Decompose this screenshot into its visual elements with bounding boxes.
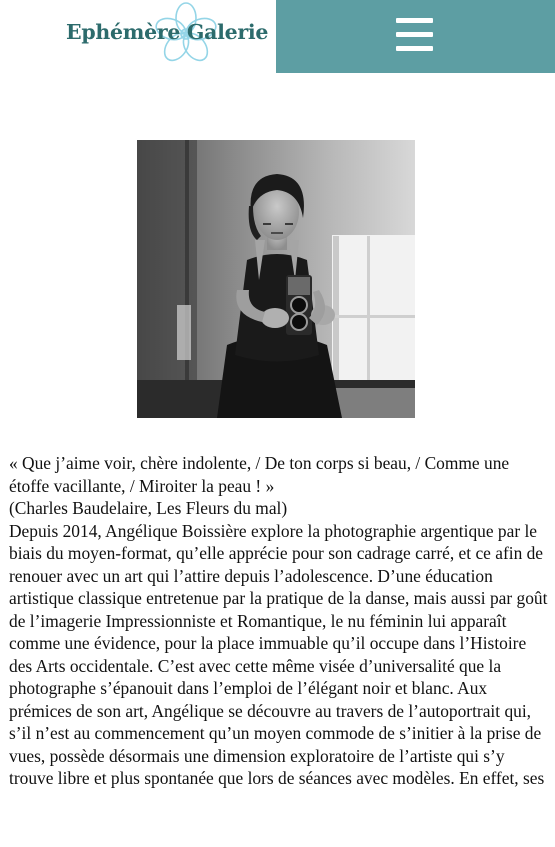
- quote-attribution: (Charles Baudelaire, Les Fleurs du mal): [9, 498, 288, 518]
- menu-button[interactable]: [276, 0, 555, 73]
- article-text: « Que j’aime voir, chère indolente, / De…: [9, 452, 552, 790]
- site-header: Ephémère Galerie: [0, 0, 555, 73]
- artist-photo: [137, 140, 415, 418]
- quote: « Que j’aime voir, chère indolente, / De…: [9, 453, 510, 496]
- logo-text: Ephémère Galerie: [66, 20, 269, 44]
- article-body: Depuis 2014, Angélique Boissière explore…: [9, 520, 548, 789]
- hamburger-icon: [396, 18, 433, 52]
- site-logo[interactable]: Ephémère Galerie: [62, 2, 272, 68]
